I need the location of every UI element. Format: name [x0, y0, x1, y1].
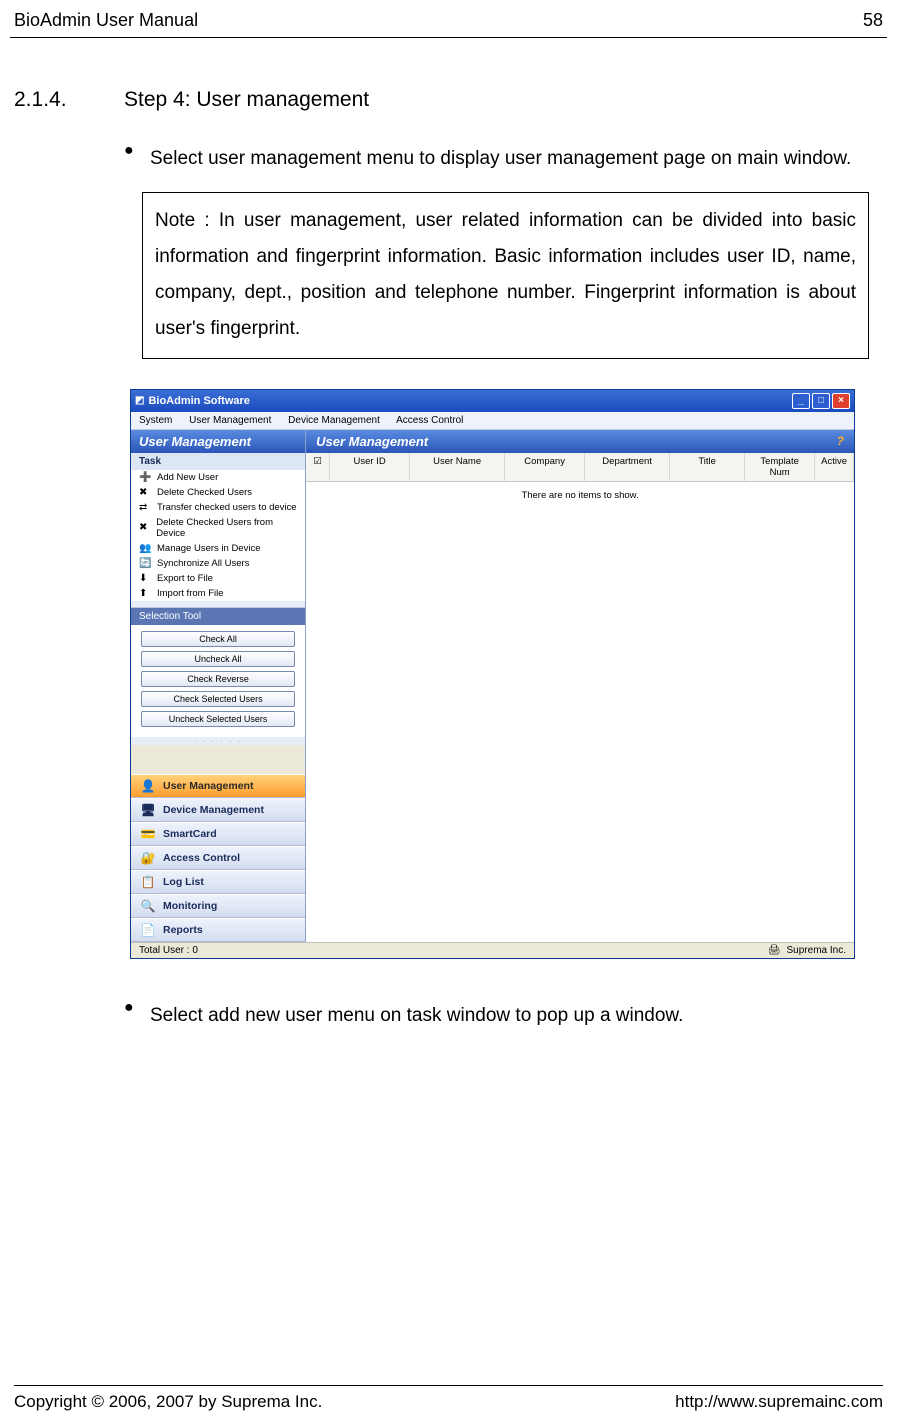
bullet-icon: ● — [124, 999, 150, 1033]
titlebar: ◩ BioAdmin Software _ □ × — [131, 390, 854, 412]
nav-user-management[interactable]: 👤User Management — [131, 774, 305, 798]
add-user-icon: ➕ — [139, 472, 153, 483]
check-reverse-button[interactable]: Check Reverse — [141, 671, 295, 687]
nav-smartcard[interactable]: 💳SmartCard — [131, 822, 305, 846]
no-items-text: There are no items to show. — [306, 482, 854, 509]
nav-device-management[interactable]: 🖥Device Management — [131, 798, 305, 822]
section-title: Step 4: User management — [124, 88, 369, 112]
page-number: 58 — [863, 10, 883, 31]
uncheck-all-button[interactable]: Uncheck All — [141, 651, 295, 667]
menu-access-control[interactable]: Access Control — [396, 415, 463, 426]
import-icon: ⬆ — [139, 588, 153, 599]
col-template-num[interactable]: Template Num — [745, 453, 815, 481]
app-window: ◩ BioAdmin Software _ □ × System User Ma… — [130, 389, 855, 959]
app-icon: ◩ — [135, 395, 144, 406]
menu-device-management[interactable]: Device Management — [288, 415, 380, 426]
printer-icon: 🖨 — [768, 945, 781, 956]
header-divider — [10, 37, 887, 38]
menubar: System User Management Device Management… — [131, 412, 854, 430]
footer-url: http://www.supremainc.com — [675, 1392, 883, 1412]
task-header: Task — [131, 453, 305, 470]
nav-access-control[interactable]: 🔐Access Control — [131, 846, 305, 870]
footer-copyright: Copyright © 2006, 2007 by Suprema Inc. — [14, 1392, 322, 1412]
status-total-user: Total User : 0 — [139, 945, 198, 956]
note-box: Note : In user management, user related … — [142, 192, 869, 358]
col-user-name[interactable]: User Name — [410, 453, 505, 481]
col-company[interactable]: Company — [505, 453, 585, 481]
col-department[interactable]: Department — [585, 453, 670, 481]
report-icon: 📄 — [139, 923, 157, 937]
close-button[interactable]: × — [832, 393, 850, 409]
log-icon: 📋 — [139, 875, 157, 889]
minimize-button[interactable]: _ — [792, 393, 810, 409]
device-icon: 🖥 — [139, 803, 157, 817]
left-pane-title: User Management — [131, 430, 305, 453]
task-add-new-user[interactable]: ➕Add New User — [131, 470, 305, 485]
window-title: BioAdmin Software — [148, 395, 249, 407]
delete-device-icon: ✖ — [139, 522, 152, 533]
monitor-icon: 🔍 — [139, 899, 157, 913]
export-icon: ⬇ — [139, 573, 153, 584]
right-pane: User Management ? ☑ User ID User Name Co… — [306, 430, 854, 942]
col-active[interactable]: Active — [815, 453, 854, 481]
check-all-button[interactable]: Check All — [141, 631, 295, 647]
uncheck-selected-button[interactable]: Uncheck Selected Users — [141, 711, 295, 727]
task-transfer[interactable]: ⇄Transfer checked users to device — [131, 500, 305, 515]
task-import[interactable]: ⬆Import from File — [131, 586, 305, 601]
transfer-icon: ⇄ — [139, 502, 153, 513]
menu-system[interactable]: System — [139, 415, 172, 426]
col-checkbox[interactable]: ☑ — [306, 453, 330, 481]
task-delete-from-device[interactable]: ✖Delete Checked Users from Device — [131, 515, 305, 541]
lock-icon: 🔐 — [139, 851, 157, 865]
col-title[interactable]: Title — [670, 453, 745, 481]
help-icon[interactable]: ? — [837, 434, 844, 448]
task-delete-checked[interactable]: ✖Delete Checked Users — [131, 485, 305, 500]
status-vendor: Suprema Inc. — [787, 945, 846, 956]
selection-header: Selection Tool — [131, 608, 305, 625]
col-user-id[interactable]: User ID — [330, 453, 410, 481]
user-icon: 👤 — [139, 779, 157, 793]
left-pane: User Management Task ➕Add New User ✖Dele… — [131, 430, 306, 942]
nav-log-list[interactable]: 📋Log List — [131, 870, 305, 894]
bullet-text-1: Select user management menu to display u… — [150, 142, 883, 176]
menu-user-management[interactable]: User Management — [189, 415, 271, 426]
section-number: 2.1.4. — [14, 88, 124, 112]
card-icon: 💳 — [139, 827, 157, 841]
splitter-handle[interactable]: · · · · · · — [131, 737, 305, 745]
nav-monitoring[interactable]: 🔍Monitoring — [131, 894, 305, 918]
bullet-text-2: Select add new user menu on task window … — [150, 999, 883, 1033]
sync-icon: 🔄 — [139, 558, 153, 569]
task-sync[interactable]: 🔄Synchronize All Users — [131, 556, 305, 571]
delete-icon: ✖ — [139, 487, 153, 498]
statusbar: Total User : 0 🖨 Suprema Inc. — [131, 942, 854, 958]
maximize-button[interactable]: □ — [812, 393, 830, 409]
right-pane-title: User Management — [316, 434, 428, 449]
task-manage-users[interactable]: 👥Manage Users in Device — [131, 541, 305, 556]
nav-reports[interactable]: 📄Reports — [131, 918, 305, 942]
user-table: ☑ User ID User Name Company Department T… — [306, 453, 854, 942]
check-selected-button[interactable]: Check Selected Users — [141, 691, 295, 707]
bullet-icon: ● — [124, 142, 150, 176]
task-export[interactable]: ⬇Export to File — [131, 571, 305, 586]
users-icon: 👥 — [139, 543, 153, 554]
manual-title: BioAdmin User Manual — [14, 10, 198, 31]
